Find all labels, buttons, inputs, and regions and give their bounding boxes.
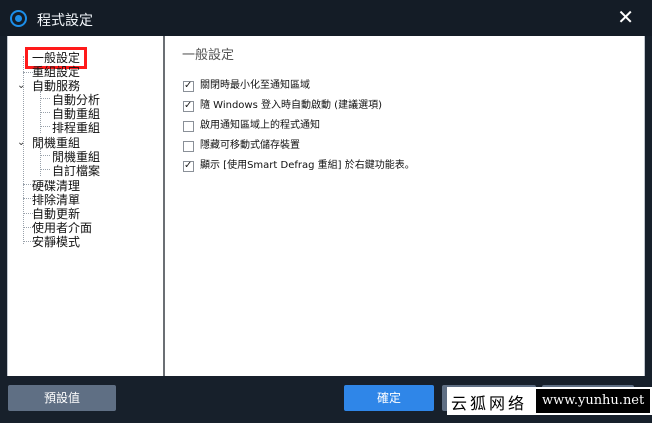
- tree-item-silent-mode[interactable]: 安靜模式: [32, 235, 80, 249]
- checkbox-minimize-to-tray[interactable]: [183, 79, 194, 93]
- settings-window: 程式設定 ✕ ⌄ ⌄ 一般設定 重組設定 自動服務 自動分析 自動重組 排程重組…: [0, 0, 652, 423]
- option-label: 關閉時最小化至通知區域: [200, 80, 310, 91]
- restore-defaults-button[interactable]: 預設值: [8, 385, 116, 411]
- option-tray-notifications[interactable]: 啟用通知區域上的程式通知: [183, 119, 320, 135]
- title-bar: 程式設定 ✕: [0, 0, 652, 36]
- option-start-with-windows[interactable]: 隨 Windows 登入時自動啟動 (建議選項): [183, 99, 382, 115]
- tree-item-scheduled-defrag[interactable]: 排程重組: [52, 121, 100, 135]
- ok-button[interactable]: 確定: [344, 385, 434, 411]
- tree-branch-line: [40, 98, 50, 99]
- watermark: 云狐网络 www.yunhu.net: [447, 387, 652, 415]
- watermark-url: www.yunhu.net: [536, 389, 651, 413]
- collapse-arrow-icon[interactable]: ⌄: [17, 137, 25, 148]
- tree-branch-line: [40, 155, 50, 156]
- tree-item-auto-analyze[interactable]: 自動分析: [52, 93, 100, 107]
- checkbox-context-menu[interactable]: [183, 159, 194, 173]
- app-logo-icon: [10, 10, 27, 27]
- collapse-arrow-icon[interactable]: ⌄: [17, 80, 25, 91]
- tree-branch-line: [40, 112, 50, 113]
- tree-branch-line: [40, 169, 50, 170]
- tree-item-exclusion-list[interactable]: 排除清單: [32, 193, 80, 207]
- watermark-text: 云狐网络: [451, 394, 528, 413]
- tree-item-auto-defrag[interactable]: 自動重組: [52, 107, 100, 121]
- tree-item-auto-service[interactable]: 自動服務: [32, 79, 80, 93]
- tree-branch-line: [40, 126, 50, 127]
- tree-item-idle-defrag-sub[interactable]: 閒機重組: [52, 150, 100, 164]
- option-context-menu[interactable]: 顯示 [使用Smart Defrag 重組] 於右鍵功能表。: [183, 159, 415, 175]
- checkbox-start-with-windows[interactable]: [183, 99, 194, 113]
- close-icon[interactable]: ✕: [617, 7, 634, 27]
- option-label: 隱藏可移動式儲存裝置: [200, 140, 300, 151]
- tree-item-custom-files[interactable]: 自訂檔案: [52, 164, 100, 178]
- tree-item-idle-defrag[interactable]: 閒機重組: [32, 136, 80, 150]
- option-label: 顯示 [使用Smart Defrag 重組] 於右鍵功能表。: [200, 160, 415, 171]
- tree-guide-line: [40, 148, 41, 176]
- tree-item-defrag-settings[interactable]: 重組設定: [32, 65, 80, 79]
- tree-item-user-interface[interactable]: 使用者介面: [32, 221, 92, 235]
- tree-item-auto-update[interactable]: 自動更新: [32, 207, 80, 221]
- checkbox-tray-notifications[interactable]: [183, 120, 194, 132]
- panel-title: 一般設定: [182, 48, 235, 63]
- option-label: 啟用通知區域上的程式通知: [200, 120, 320, 131]
- settings-tree: ⌄ ⌄ 一般設定 重組設定 自動服務 自動分析 自動重組 排程重組 閒機重組 閒…: [8, 36, 165, 376]
- settings-panel: 一般設定 關閉時最小化至通知區域 隨 Windows 登入時自動啟動 (建議選項…: [167, 36, 644, 376]
- option-minimize-to-tray[interactable]: 關閉時最小化至通知區域: [183, 79, 310, 95]
- option-hide-removable[interactable]: 隱藏可移動式儲存裝置: [183, 139, 300, 155]
- tree-item-disk-cleanup[interactable]: 硬碟清理: [32, 179, 80, 193]
- checkbox-hide-removable[interactable]: [183, 140, 194, 152]
- option-label: 隨 Windows 登入時自動啟動 (建議選項): [200, 100, 382, 111]
- window-title: 程式設定: [37, 13, 93, 29]
- content-area: ⌄ ⌄ 一般設定 重組設定 自動服務 自動分析 自動重組 排程重組 閒機重組 閒…: [7, 36, 645, 377]
